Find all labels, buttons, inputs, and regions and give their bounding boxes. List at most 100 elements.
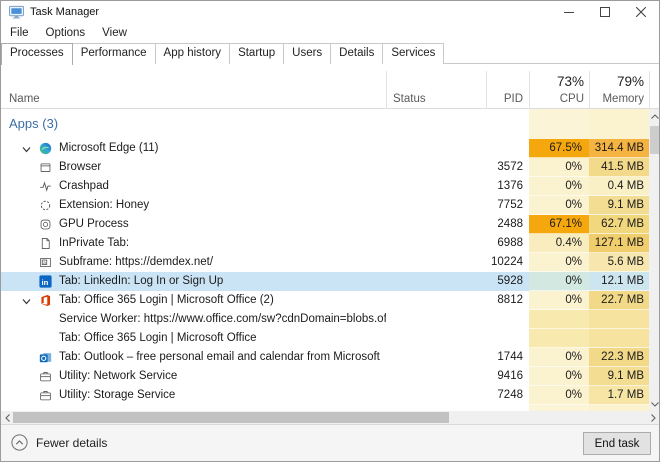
memory-value: 5.6 MB — [589, 253, 649, 272]
memory-value: 1.7 MB — [589, 386, 649, 405]
pid-value — [461, 310, 523, 329]
gpu-process-icon — [39, 218, 52, 231]
process-name: Utility: Storage Service — [1, 386, 386, 405]
cpu-total-percent: 73% — [529, 74, 584, 89]
memory-value: 62.7 MB — [589, 215, 649, 234]
table-row[interactable]: in Tab: LinkedIn: Log In or Sign Up 5928… — [1, 272, 649, 291]
process-list: Apps (3) Microsoft Edge (11) 67.5% 314.4… — [1, 109, 649, 411]
table-row[interactable]: Tab: Outlook – free personal email and c… — [1, 348, 649, 367]
process-name: InPrivate Tab: — [1, 234, 386, 253]
pid-value: 10224 — [461, 253, 523, 272]
tab-users[interactable]: Users — [283, 43, 331, 64]
horizontal-scrollbar-thumb[interactable] — [13, 412, 449, 423]
extension-icon — [39, 199, 52, 212]
scroll-right-icon[interactable] — [647, 411, 659, 424]
table-row[interactable]: Utility: Storage Service 7248 0% 1.7 MB — [1, 386, 649, 405]
cpu-value: 0% — [529, 367, 589, 386]
table-row[interactable]: GPU Process 2488 67.1% 62.7 MB — [1, 215, 649, 234]
menu-item-options[interactable]: Options — [46, 27, 86, 39]
column-header-pid[interactable]: PID — [486, 93, 523, 105]
cpu-value — [529, 329, 589, 348]
chevron-down-icon[interactable] — [21, 143, 32, 154]
pid-value: 2488 — [461, 215, 523, 234]
tab-details[interactable]: Details — [330, 43, 383, 64]
process-name: GPU Process — [1, 215, 386, 234]
menu-item-view[interactable]: View — [102, 27, 127, 39]
column-header-cpu[interactable]: CPU — [529, 93, 584, 105]
table-header: Name Status PID 73% CPU 79% Memory — [1, 71, 660, 109]
utility-briefcase-icon — [39, 389, 52, 402]
document-page-icon — [39, 237, 52, 250]
pid-value: 9416 — [461, 367, 523, 386]
cpu-value: 67.5% — [529, 139, 589, 158]
table-row[interactable]: Crashpad 1376 0% 0.4 MB — [1, 177, 649, 196]
chevron-up-circle-icon — [11, 434, 28, 451]
browser-window-icon — [39, 161, 52, 174]
footer-bar: Fewer details End task — [1, 424, 660, 462]
table-row[interactable]: InPrivate Tab: 6988 0.4% 127.1 MB — [1, 234, 649, 253]
column-header-name[interactable]: Name — [9, 93, 40, 105]
table-row[interactable]: Utility: Network Service 9416 0% 9.1 MB — [1, 367, 649, 386]
minimize-button[interactable] — [551, 1, 587, 23]
task-manager-icon — [9, 5, 24, 19]
memory-value: 12.1 MB — [589, 272, 649, 291]
pid-value: 1744 — [461, 348, 523, 367]
tab-startup[interactable]: Startup — [229, 43, 284, 64]
pid-value: 6988 — [461, 234, 523, 253]
tab-app-history[interactable]: App history — [155, 43, 231, 64]
memory-value: 22.7 MB — [589, 291, 649, 310]
task-manager-window: Task Manager File Options View ProcessesPe… — [0, 0, 660, 462]
table-row[interactable]: Tab: Office 365 Login | Microsoft Office — [1, 329, 649, 348]
end-task-button[interactable]: End task — [583, 432, 651, 455]
vertical-scrollbar[interactable] — [649, 109, 660, 411]
process-name: Browser — [1, 158, 386, 177]
tab-processes[interactable]: Processes — [1, 43, 73, 65]
pid-value: 7752 — [461, 196, 523, 215]
linkedin-icon: in — [39, 275, 52, 288]
tab-services[interactable]: Services — [382, 43, 444, 64]
scroll-left-icon[interactable] — [1, 411, 13, 424]
process-name: Utility: Network Service — [1, 367, 386, 386]
maximize-button[interactable] — [587, 1, 623, 23]
memory-value: 9.1 MB — [589, 196, 649, 215]
subframe-icon: a — [39, 256, 52, 269]
table-row[interactable]: Tab: Office 365 Login | Microsoft Office… — [1, 291, 649, 310]
chevron-down-icon[interactable] — [21, 295, 32, 306]
tab-performance[interactable]: Performance — [72, 43, 156, 64]
pid-value: 8812 — [461, 291, 523, 310]
process-name: in Tab: LinkedIn: Log In or Sign Up — [1, 272, 386, 291]
process-name: Service Worker: https://www.office.com/s… — [1, 310, 386, 329]
fewer-details-toggle[interactable]: Fewer details — [11, 434, 107, 451]
pid-value — [461, 139, 523, 158]
window-title: Task Manager — [30, 6, 99, 18]
table-row[interactable]: Extension: Honey 7752 0% 9.1 MB — [1, 196, 649, 215]
cpu-value — [529, 310, 589, 329]
column-header-memory[interactable]: Memory — [589, 93, 644, 105]
table-row[interactable]: Service Worker: https://www.office.com/s… — [1, 310, 649, 329]
title-bar: Task Manager — [1, 1, 659, 23]
table-row[interactable]: Browser 3572 0% 41.5 MB — [1, 158, 649, 177]
fewer-details-label: Fewer details — [36, 436, 107, 450]
memory-value: 127.1 MB — [589, 234, 649, 253]
horizontal-scrollbar[interactable] — [1, 411, 660, 424]
cpu-value: 0% — [529, 386, 589, 405]
memory-value — [589, 329, 649, 348]
memory-value: 0.4 MB — [589, 177, 649, 196]
menu-item-file[interactable]: File — [10, 27, 29, 39]
process-name: Tab: Office 365 Login | Microsoft Office — [1, 329, 386, 348]
microsoft-edge-icon — [39, 142, 52, 155]
scroll-up-icon[interactable] — [649, 109, 660, 123]
vertical-scrollbar-thumb[interactable] — [650, 126, 660, 154]
table-row[interactable]: a Subframe: https://demdex.net/ 10224 0%… — [1, 253, 649, 272]
close-button[interactable] — [623, 1, 659, 23]
process-name: Tab: Office 365 Login | Microsoft Office… — [1, 291, 386, 310]
cpu-value: 0% — [529, 253, 589, 272]
column-header-status[interactable]: Status — [393, 93, 426, 105]
table-row[interactable]: Microsoft Edge (11) 67.5% 314.4 MB — [1, 139, 649, 158]
outlook-icon — [39, 351, 52, 364]
group-header-apps[interactable]: Apps (3) — [9, 116, 58, 131]
column-divider[interactable] — [386, 71, 387, 109]
pid-value: 5928 — [461, 272, 523, 291]
cpu-value: 0.4% — [529, 234, 589, 253]
scroll-down-icon[interactable] — [649, 397, 660, 411]
